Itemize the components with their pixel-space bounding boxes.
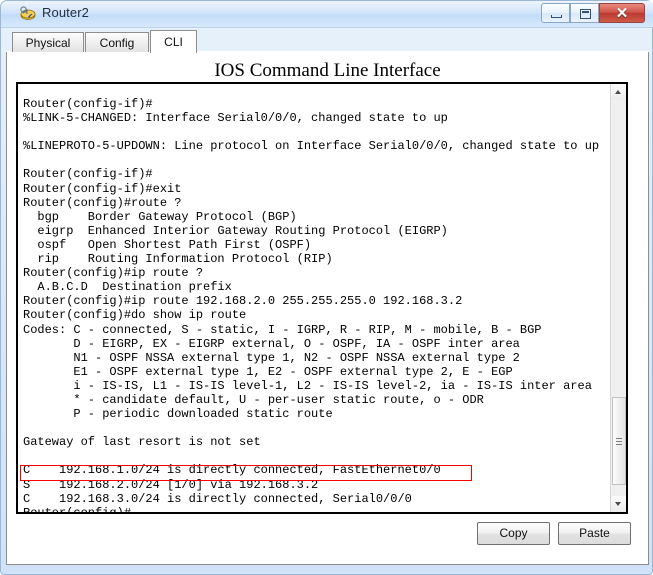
minimize-button[interactable] bbox=[541, 3, 570, 23]
paste-button[interactable]: Paste bbox=[558, 522, 631, 545]
tab-cli[interactable]: CLI bbox=[150, 30, 197, 53]
terminal-output-area[interactable]: Router(config-if)# %LINK-5-CHANGED: Inte… bbox=[16, 82, 628, 514]
maximize-icon bbox=[580, 9, 591, 19]
close-button[interactable]: ✕ bbox=[599, 3, 645, 23]
tab-strip: Physical Config CLI bbox=[6, 30, 649, 53]
window-title: Router2 bbox=[42, 5, 89, 20]
page-title: IOS Command Line Interface bbox=[214, 60, 441, 81]
terminal-text: Router(config-if)# %LINK-5-CHANGED: Inte… bbox=[23, 97, 600, 514]
scroll-up-icon[interactable] bbox=[611, 84, 626, 100]
router-cli-window: Router2 ✕ Physical Config CLI IOS Comman… bbox=[0, 0, 653, 575]
close-icon: ✕ bbox=[615, 5, 629, 22]
scrollbar-grip bbox=[616, 438, 622, 445]
tab-physical[interactable]: Physical bbox=[12, 32, 84, 53]
minimize-icon bbox=[551, 15, 562, 18]
maximize-button[interactable] bbox=[570, 3, 599, 23]
tab-config[interactable]: Config bbox=[85, 32, 149, 53]
window-titlebar[interactable]: Router2 ✕ bbox=[1, 1, 653, 28]
terminal-scrollbar[interactable] bbox=[610, 84, 626, 512]
router-icon bbox=[19, 5, 37, 22]
scroll-down-icon[interactable] bbox=[611, 496, 626, 512]
scrollbar-thumb[interactable] bbox=[612, 397, 626, 485]
copy-button[interactable]: Copy bbox=[477, 522, 550, 545]
cli-panel: IOS Command Line Interface Router(config… bbox=[6, 52, 649, 565]
